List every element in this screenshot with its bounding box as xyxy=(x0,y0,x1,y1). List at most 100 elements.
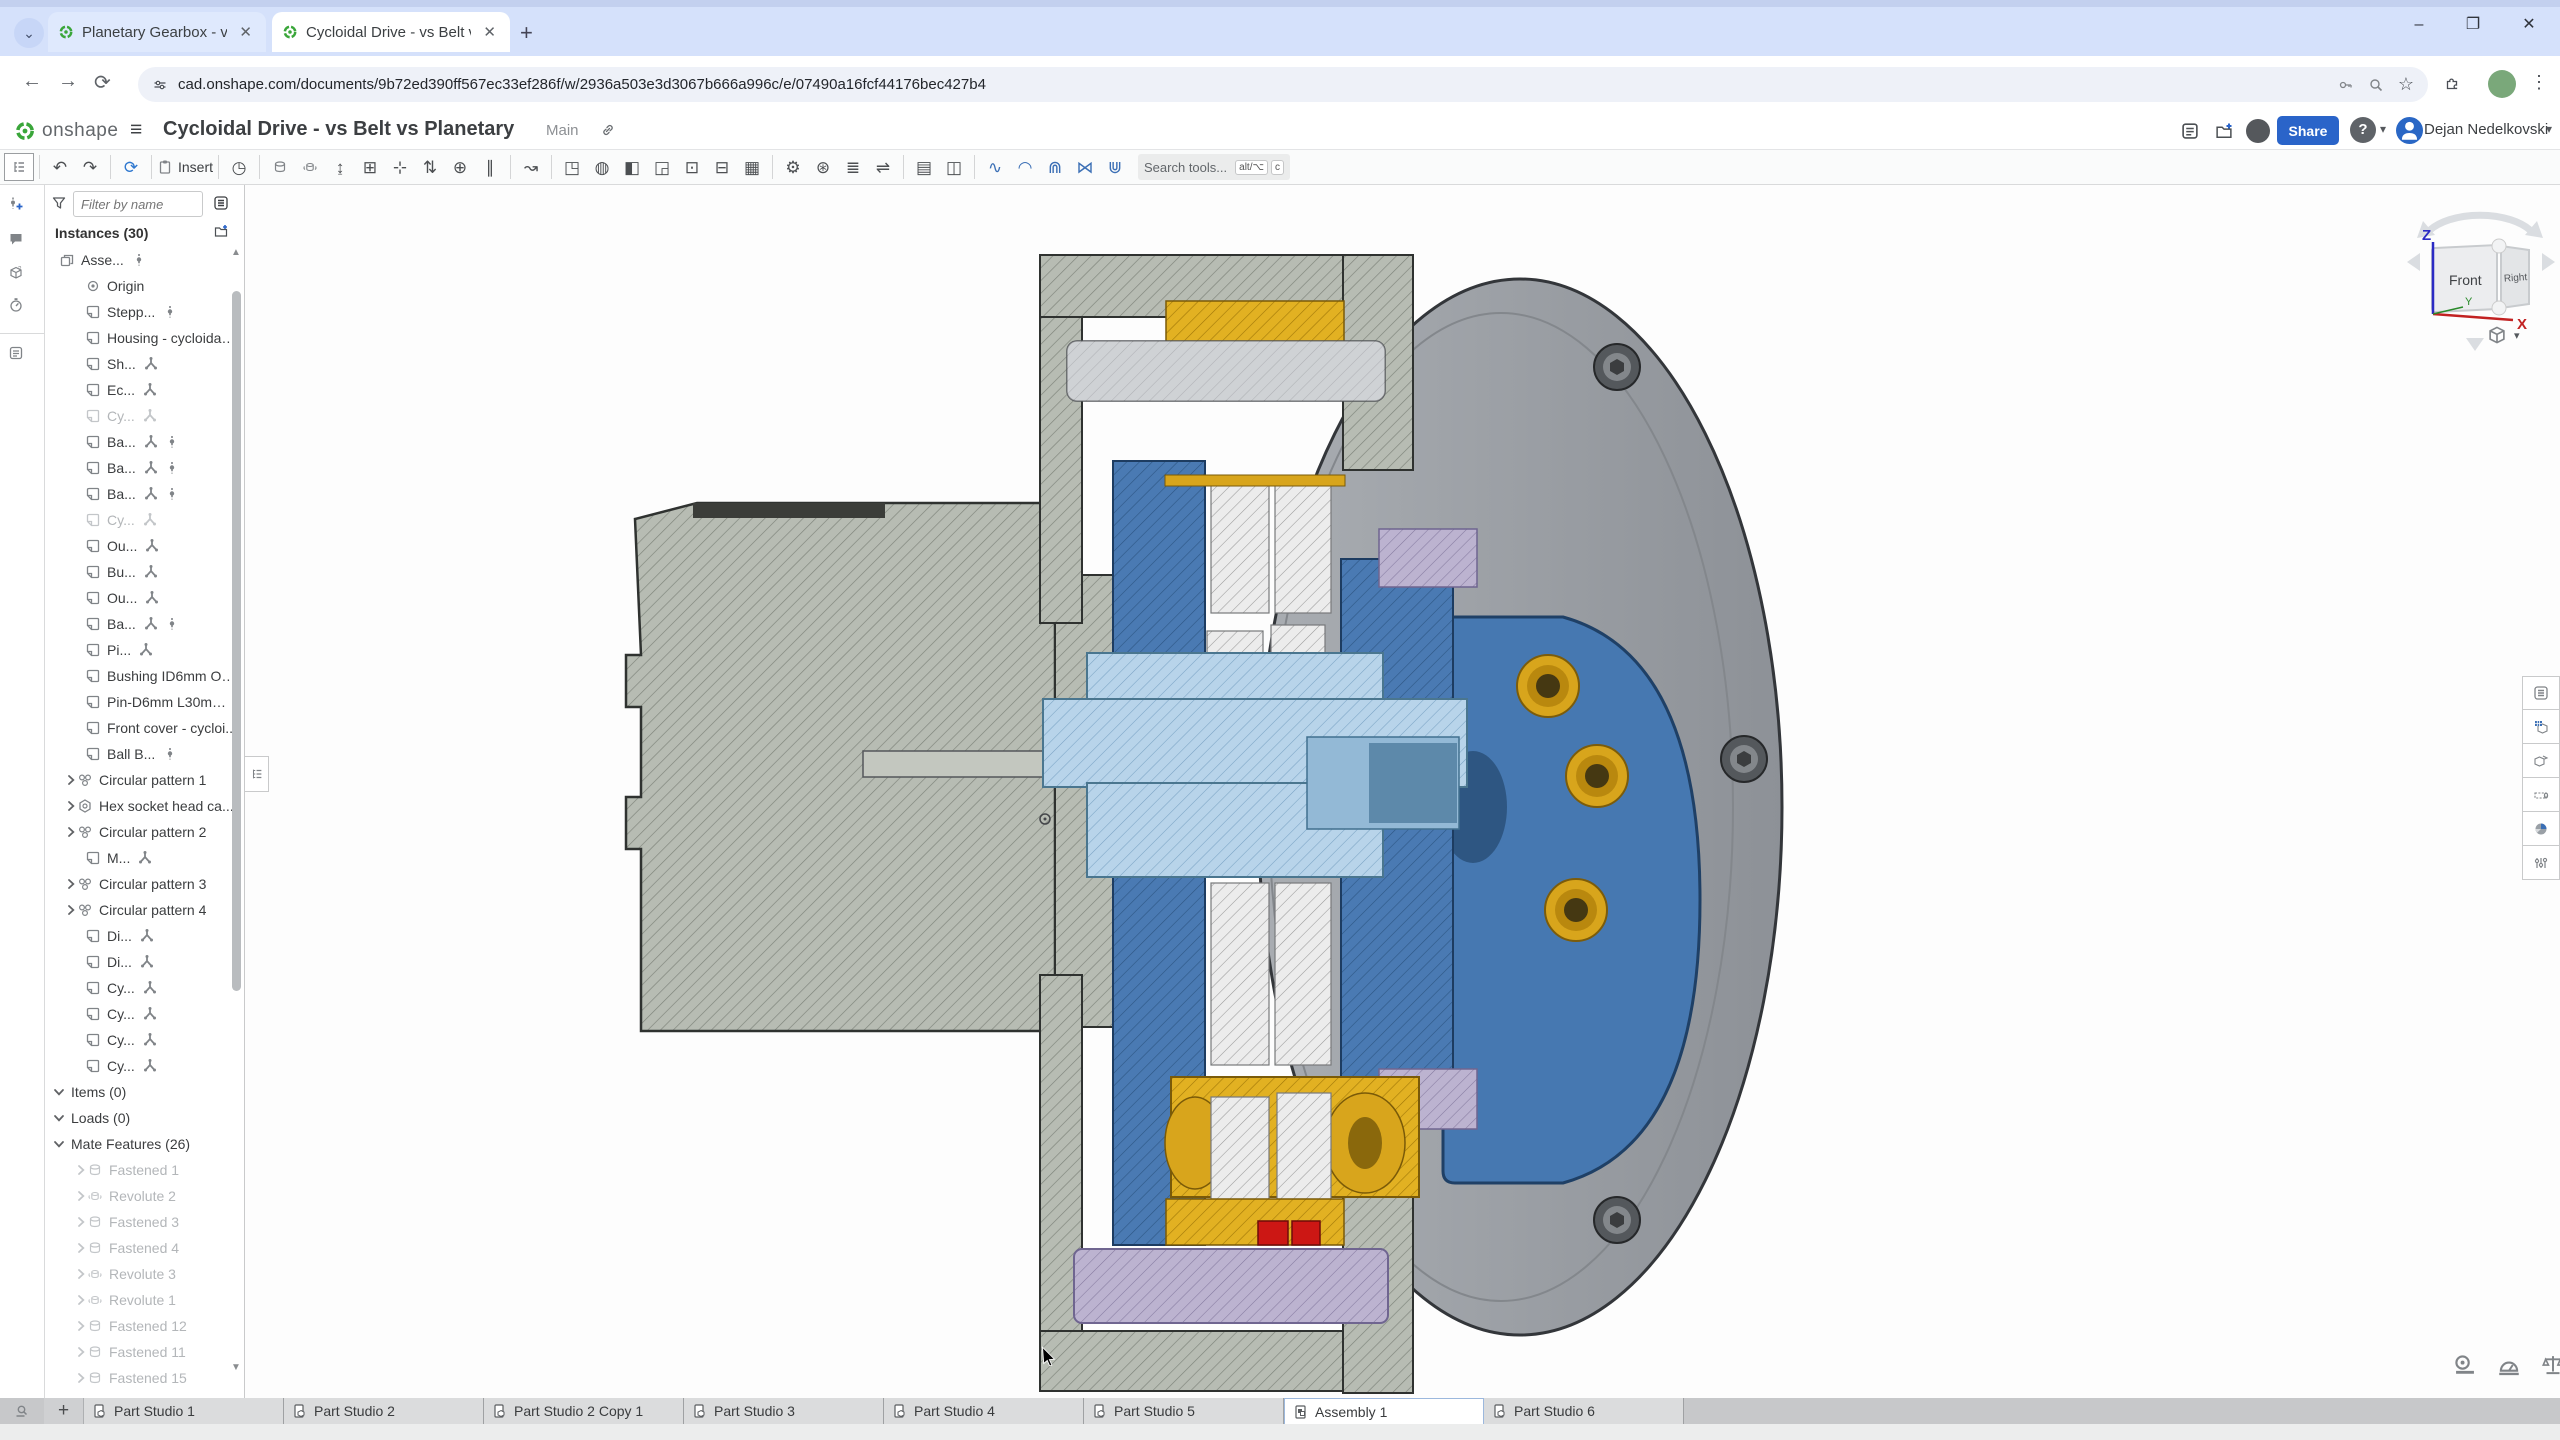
tree-item[interactable]: M... xyxy=(45,845,237,871)
slider-mate-button[interactable]: ↨ xyxy=(325,153,355,181)
window-restore-button[interactable]: ❐ xyxy=(2450,8,2496,42)
list-view-icon[interactable] xyxy=(213,195,229,211)
replicate-button[interactable]: ⊡ xyxy=(677,153,707,181)
filter-input[interactable] xyxy=(73,191,203,217)
doc-tab-part-studio-1[interactable]: Part Studio 1 xyxy=(84,1398,284,1424)
doc-tab-part-studio-2-copy-1[interactable]: Part Studio 2 Copy 1 xyxy=(484,1398,684,1424)
user-name[interactable]: Dejan Nedelkovski xyxy=(2424,121,2548,138)
mate-feature-item[interactable]: Fastened 4 xyxy=(45,1235,237,1261)
share-button[interactable]: Share xyxy=(2277,116,2339,145)
search-tabs-button[interactable] xyxy=(0,1398,44,1424)
tree-item[interactable]: Cy... xyxy=(45,507,237,533)
tree-section[interactable]: Loads (0) xyxy=(45,1105,237,1131)
help-button[interactable]: ? xyxy=(2350,117,2376,143)
gold-bushing[interactable] xyxy=(1566,745,1628,807)
panel-collapse-handle[interactable] xyxy=(245,756,269,792)
tree-item[interactable]: Circular pattern 1 xyxy=(45,767,237,793)
browser-tab-cycloidal[interactable]: Cycloidal Drive - vs Belt vs Plan ✕ xyxy=(272,12,510,52)
add-tab-button[interactable]: + xyxy=(44,1398,84,1424)
configurations-button[interactable] xyxy=(2522,846,2560,880)
hex-socket-screw[interactable] xyxy=(1594,1197,1640,1243)
extensions-puzzle-icon[interactable] xyxy=(2444,75,2460,91)
tree-item[interactable]: Stepp... xyxy=(45,299,237,325)
pipe-tool-button[interactable]: ⋓ xyxy=(1100,153,1130,181)
appearance-button[interactable] xyxy=(2522,812,2560,846)
compare-button[interactable]: ◫ xyxy=(939,153,969,181)
doc-tab-part-studio-3[interactable]: Part Studio 3 xyxy=(684,1398,884,1424)
history-button[interactable]: ◷ xyxy=(224,153,254,181)
mate-feature-item[interactable]: Fastened 12 xyxy=(45,1313,237,1339)
tree-item[interactable]: Housing - cycloidal ... xyxy=(45,325,237,351)
cylindrical-mate-button[interactable]: ⊹ xyxy=(385,153,415,181)
forward-icon[interactable]: → xyxy=(58,70,78,93)
app-store-icon[interactable] xyxy=(2214,121,2234,141)
mate-feature-item[interactable]: Fastened 1 xyxy=(45,1157,237,1183)
tab-search-button[interactable]: ⌄ xyxy=(14,18,44,48)
comments-button[interactable] xyxy=(8,231,36,259)
tree-item[interactable]: Bu... xyxy=(45,559,237,585)
tree-item[interactable]: Cy... xyxy=(45,1001,237,1027)
tree-item[interactable]: Circular pattern 2 xyxy=(45,819,237,845)
mass-properties-button[interactable] xyxy=(2540,1352,2560,1382)
tree-item[interactable]: Ba... xyxy=(45,611,237,637)
user-caret-icon[interactable]: ▾ xyxy=(2546,122,2552,136)
tree-item[interactable]: Di... xyxy=(45,949,237,975)
scroll-up-icon[interactable]: ▲ xyxy=(231,247,241,258)
tree-item[interactable]: Pi... xyxy=(45,637,237,663)
section-view-button[interactable] xyxy=(2522,778,2560,812)
share-link-icon[interactable] xyxy=(600,122,616,138)
feature-list-button[interactable] xyxy=(2522,676,2560,710)
select-region-button[interactable]: ◳ xyxy=(557,153,587,181)
reload-icon[interactable]: ⟳ xyxy=(94,70,111,95)
tab-close-icon[interactable]: ✕ xyxy=(235,23,256,41)
tree-section[interactable]: Items (0) xyxy=(45,1079,237,1105)
mate-feature-item[interactable]: Revolute 2 xyxy=(45,1183,237,1209)
tree-item[interactable]: Cy... xyxy=(45,403,237,429)
tree-item[interactable]: Cy... xyxy=(45,1027,237,1053)
versions-icon[interactable] xyxy=(2180,121,2200,141)
address-bar[interactable]: cad.onshape.com/documents/9b72ed390ff567… xyxy=(138,67,2428,102)
screw-relation-button[interactable]: ⇌ xyxy=(868,153,898,181)
tree-item[interactable]: Cy... xyxy=(45,975,237,1001)
group-button[interactable]: ⊟ xyxy=(707,153,737,181)
planar-mate-button[interactable]: ⊞ xyxy=(355,153,385,181)
pan-down-arrow-icon[interactable] xyxy=(2466,338,2484,351)
in-context-button[interactable]: ↝ xyxy=(516,153,546,181)
tree-item[interactable]: Hex socket head ca... xyxy=(45,793,237,819)
tree-item[interactable]: Front cover - cycloi... xyxy=(45,715,237,741)
assembly-tree-button[interactable] xyxy=(4,153,34,181)
spacer-lavender[interactable] xyxy=(1379,529,1477,587)
mate-feature-item[interactable]: Revolute 3 xyxy=(45,1261,237,1287)
pin-slot-mate-button[interactable]: ⇅ xyxy=(415,153,445,181)
tree-item[interactable]: Ba... xyxy=(45,455,237,481)
tree-item[interactable]: Ou... xyxy=(45,585,237,611)
window-minimize-button[interactable]: – xyxy=(2396,8,2442,42)
feature-checklist-button[interactable] xyxy=(8,345,36,373)
revolve-tool-button[interactable]: ◠ xyxy=(1010,153,1040,181)
onshape-logo-text[interactable]: onshape xyxy=(42,120,118,142)
tree-item[interactable]: Ec... xyxy=(45,377,237,403)
workspace-name[interactable]: Main xyxy=(546,122,579,139)
tree-item[interactable]: Circular pattern 4 xyxy=(45,897,237,923)
browser-menu-kebab-icon[interactable]: ⋮ xyxy=(2530,72,2548,93)
tree-item[interactable]: Sh... xyxy=(45,351,237,377)
ball-mate-button[interactable]: ⊕ xyxy=(445,153,475,181)
help-caret-icon[interactable]: ▾ xyxy=(2380,122,2386,136)
onshape-logo-icon[interactable] xyxy=(14,120,36,142)
scrollbar-thumb[interactable] xyxy=(232,291,241,991)
protractor-button[interactable] xyxy=(2496,1352,2526,1382)
parts-list-button[interactable] xyxy=(2522,744,2560,778)
spline-tool-button[interactable]: ∿ xyxy=(980,153,1010,181)
tree-item[interactable]: Pin-D6mm L30mm ... xyxy=(45,689,237,715)
gold-bushing[interactable] xyxy=(1545,879,1607,941)
red-key-part[interactable] xyxy=(1258,1221,1288,1245)
tree-section[interactable]: Mate Features (26) xyxy=(45,1131,237,1157)
tab-close-icon[interactable]: ✕ xyxy=(479,23,500,41)
password-key-icon[interactable] xyxy=(2338,77,2354,93)
doc-tab-part-studio-5[interactable]: Part Studio 5 xyxy=(1084,1398,1284,1424)
gear-relation-button[interactable]: ⚙ xyxy=(778,153,808,181)
doc-tab-part-studio-2[interactable]: Part Studio 2 xyxy=(284,1398,484,1424)
new-tab-button[interactable]: + xyxy=(520,20,533,46)
scroll-down-icon[interactable]: ▼ xyxy=(231,1362,241,1373)
tree-item[interactable]: Di... xyxy=(45,923,237,949)
